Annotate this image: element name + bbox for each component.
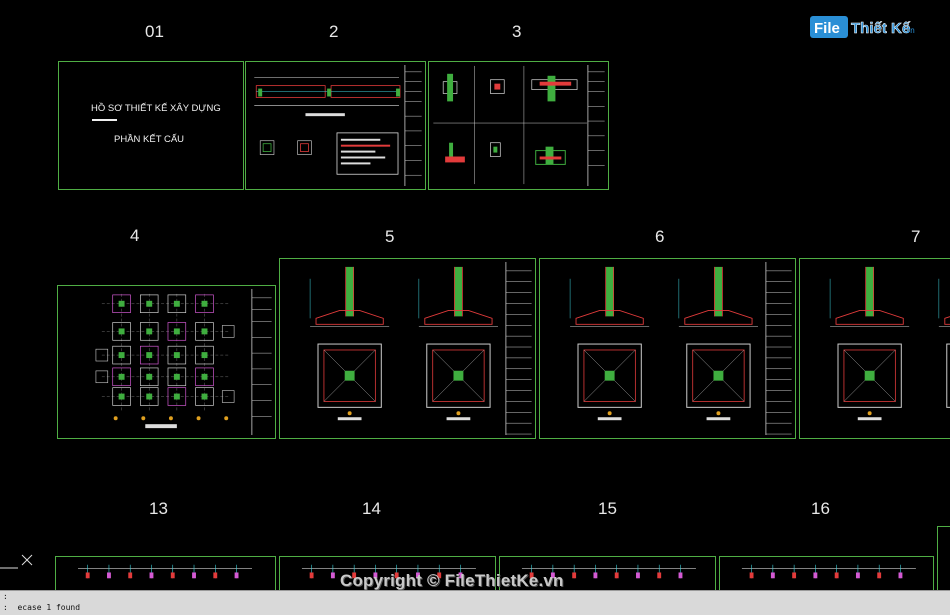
sheet-16[interactable] bbox=[719, 556, 934, 590]
logo-suffix: .vn bbox=[904, 26, 915, 35]
sheet-number-4: 4 bbox=[130, 226, 140, 245]
sheet-4-drawing bbox=[95, 288, 272, 436]
sheet-6-footing-detail[interactable] bbox=[539, 258, 796, 439]
sheet-number-2: 2 bbox=[329, 22, 339, 41]
logo-part2: Thiết Kế bbox=[851, 20, 911, 37]
cover-title: HỒ SƠ THIẾT KẾ XÂY DỰNG bbox=[91, 103, 221, 114]
ucs-icon bbox=[0, 554, 33, 569]
sheet-number-5: 5 bbox=[385, 227, 395, 246]
command-history-line-2: : ecase 1 found bbox=[3, 603, 81, 612]
command-history-line-1: : bbox=[3, 592, 8, 601]
sheet-number-13: 13 bbox=[149, 499, 168, 518]
sheet-6-drawing bbox=[569, 261, 792, 436]
sheet-3[interactable] bbox=[428, 61, 609, 190]
sheet-number-14: 14 bbox=[362, 499, 381, 518]
sheet-number-6: 6 bbox=[655, 227, 665, 246]
sheet-17-partial[interactable] bbox=[937, 526, 950, 590]
sheet-number-16: 16 bbox=[811, 499, 830, 518]
sheet-4-foundation-plan[interactable] bbox=[57, 285, 276, 439]
sheet-7-footing-detail[interactable] bbox=[799, 258, 950, 439]
drawing-canvas[interactable]: 01 2 3 4 5 6 7 13 14 15 16 HỒ SƠ THIẾT K… bbox=[0, 0, 950, 590]
sheet-13[interactable] bbox=[55, 556, 276, 590]
sheet-number-15: 15 bbox=[598, 499, 617, 518]
filethietke-logo: File Thiết Kế .vn bbox=[810, 12, 920, 42]
copyright-watermark: Copyright © FileThietKe.vn bbox=[340, 571, 564, 590]
sheet-number-3: 3 bbox=[512, 22, 522, 41]
command-line[interactable]: : : ecase 1 found bbox=[0, 590, 950, 615]
sheet-3-drawing bbox=[433, 64, 605, 187]
cover-title-underline bbox=[92, 119, 117, 121]
sheet-number-01: 01 bbox=[145, 22, 164, 41]
sheet-number-7: 7 bbox=[911, 227, 921, 246]
sheet-16-drawing bbox=[741, 564, 916, 579]
logo-part1: File bbox=[814, 20, 840, 37]
sheet-01-cover[interactable]: HỒ SƠ THIẾT KẾ XÂY DỰNG PHẦN KẾT CẤU bbox=[58, 61, 244, 190]
sheet-7-drawing bbox=[829, 266, 950, 421]
sheet-5-footing-detail[interactable] bbox=[279, 258, 536, 439]
sheet-5-drawing bbox=[309, 261, 532, 436]
sheet-2[interactable] bbox=[245, 61, 426, 190]
cover-subtitle: PHẦN KẾT CẤU bbox=[114, 134, 185, 145]
sheet-13-drawing bbox=[78, 564, 253, 579]
sheet-2-drawing bbox=[254, 64, 422, 187]
